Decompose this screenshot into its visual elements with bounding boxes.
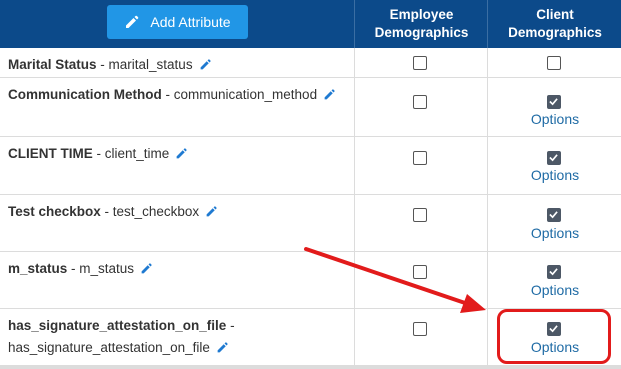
employee-demographics-checkbox[interactable] (413, 56, 427, 70)
add-attribute-button[interactable]: Add Attribute (107, 5, 248, 39)
client-demographics-checkbox[interactable] (547, 265, 561, 279)
client-col-line2: Demographics (508, 25, 602, 40)
client-demographics-cell (487, 48, 621, 77)
client-demographics-cell: Options (487, 78, 621, 136)
attribute-separator: - (226, 318, 235, 333)
attribute-separator: - (100, 204, 113, 219)
demographics-attributes-table: Add Attribute Employee Demographics Clie… (0, 0, 621, 369)
employee-demographics-checkbox[interactable] (413, 322, 427, 336)
table-row: has_signature_attestation_on_file - has_… (0, 309, 621, 366)
employee-demographics-checkbox[interactable] (413, 265, 427, 279)
table-row: Communication Method - communication_met… (0, 78, 621, 137)
employee-demographics-checkbox[interactable] (413, 208, 427, 222)
employee-demographics-cell (354, 137, 488, 194)
attribute-name: Marital Status (8, 57, 97, 72)
attribute-cell: Test checkbox - test_checkbox (0, 195, 354, 251)
employee-col-line1: Employee (389, 7, 454, 22)
options-link[interactable]: Options (488, 282, 621, 298)
header-employee-demographics: Employee Demographics (354, 0, 488, 48)
table-row: Test checkbox - test_checkbox Options (0, 195, 621, 252)
check-icon (549, 98, 558, 106)
employee-demographics-cell (354, 252, 488, 308)
attribute-separator: - (96, 57, 109, 72)
add-attribute-label: Add Attribute (150, 14, 231, 30)
client-demographics-cell: Options (487, 137, 621, 194)
attribute-cell: m_status - m_status (0, 252, 354, 308)
attribute-key: communication_method (173, 87, 318, 102)
check-icon (549, 211, 558, 219)
pencil-icon (126, 15, 139, 28)
attribute-key: marital_status (108, 57, 193, 72)
employee-demographics-cell (354, 195, 488, 251)
client-demographics-cell: Options (487, 309, 621, 365)
attribute-separator: - (67, 261, 80, 276)
attribute-name: CLIENT TIME (8, 146, 93, 161)
pencil-icon[interactable] (216, 341, 229, 354)
attribute-cell: Marital Status - marital_status (0, 48, 354, 77)
attribute-key: has_signature_attestation_on_file (8, 340, 210, 355)
check-icon (549, 154, 558, 162)
check-icon (549, 325, 558, 333)
client-demographics-checkbox[interactable] (547, 322, 561, 336)
table-row: m_status - m_status Options (0, 252, 621, 309)
attribute-cell: Communication Method - communication_met… (0, 78, 354, 136)
options-link[interactable]: Options (488, 111, 621, 127)
client-demographics-checkbox[interactable] (547, 56, 561, 70)
header-attribute-cell: Add Attribute (0, 0, 354, 48)
pencil-icon[interactable] (140, 262, 153, 275)
table-row: CLIENT TIME - client_time Options (0, 137, 621, 195)
attribute-cell: CLIENT TIME - client_time (0, 137, 354, 194)
attribute-separator: - (161, 87, 174, 102)
pencil-icon[interactable] (323, 88, 336, 101)
pencil-icon[interactable] (175, 147, 188, 160)
attribute-name: Test checkbox (8, 204, 101, 219)
client-demographics-checkbox[interactable] (547, 95, 561, 109)
attribute-name: Communication Method (8, 87, 162, 102)
table-header: Add Attribute Employee Demographics Clie… (0, 0, 621, 48)
options-link[interactable]: Options (488, 225, 621, 241)
attribute-name: m_status (8, 261, 68, 276)
attribute-key: m_status (79, 261, 135, 276)
options-link[interactable]: Options (488, 167, 621, 183)
employee-demographics-checkbox[interactable] (413, 95, 427, 109)
pencil-icon[interactable] (199, 58, 212, 71)
client-demographics-checkbox[interactable] (547, 151, 561, 165)
client-demographics-cell: Options (487, 195, 621, 251)
attribute-separator: - (92, 146, 105, 161)
employee-demographics-cell (354, 48, 488, 77)
client-col-line1: Client (536, 7, 574, 22)
employee-demographics-cell (354, 78, 488, 136)
table-row: Marital Status - marital_status (0, 48, 621, 78)
employee-demographics-checkbox[interactable] (413, 151, 427, 165)
options-link[interactable]: Options (488, 339, 621, 355)
client-demographics-cell: Options (487, 252, 621, 308)
attribute-key: client_time (104, 146, 170, 161)
employee-col-line2: Demographics (374, 25, 469, 40)
check-icon (549, 268, 558, 276)
pencil-icon[interactable] (205, 205, 218, 218)
employee-demographics-cell (354, 309, 488, 365)
attribute-key: test_checkbox (112, 204, 200, 219)
attribute-name: has_signature_attestation_on_file (8, 318, 227, 333)
attribute-cell: has_signature_attestation_on_file - has_… (0, 309, 354, 365)
client-demographics-checkbox[interactable] (547, 208, 561, 222)
header-client-demographics: Client Demographics (487, 0, 621, 48)
